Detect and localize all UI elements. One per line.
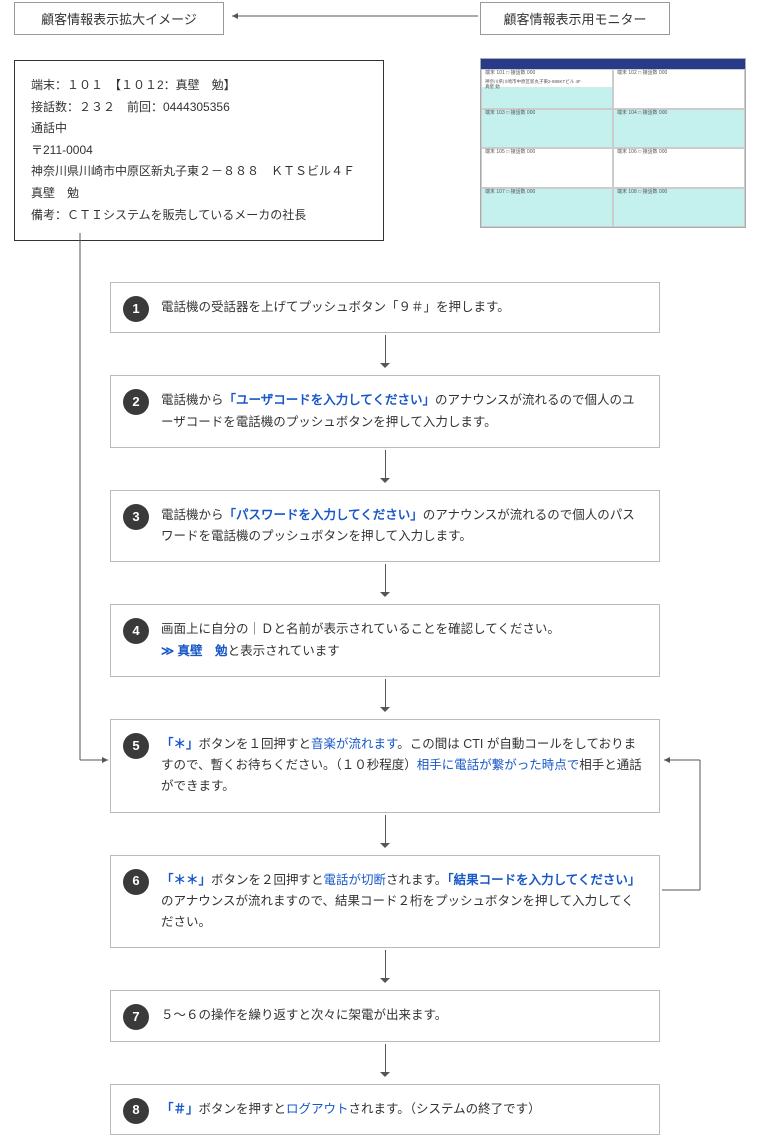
text-run: 「結果コードを入力してください」	[447, 873, 640, 887]
step-number-badge: 8	[123, 1098, 149, 1124]
monitor-cell-label: 端末 104 □ 接話数 000	[617, 111, 667, 117]
detail-line: 接話数：２３２ 前回：0444305356	[31, 97, 367, 119]
enlarged-image-label: 顧客情報表示拡大イメージ	[14, 2, 224, 35]
text-run: 電話が切断	[324, 873, 387, 887]
text-run: 「パスワードを入力してください」	[224, 508, 423, 522]
step-text: 電話機の受話器を上げてプッシュボタン「９＃」を押します。	[161, 297, 643, 318]
step-number-badge: 1	[123, 296, 149, 322]
monitor-titlebar	[481, 59, 745, 69]
step-text: 画面上に自分の｜Ｄと名前が表示されていることを確認してください。 ≫ 真壁 勉と表…	[161, 619, 643, 662]
step-number-badge: 4	[123, 618, 149, 644]
arrow-down-icon	[110, 562, 660, 604]
step-box-2: 2 電話機から「ユーザコードを入力してください」のアナウンスが流れるので個人のユー…	[110, 375, 660, 448]
text-run: 「＊＊」	[161, 873, 211, 887]
step-box-5: 5 「＊」ボタンを１回押すと音楽が流れます。この間は CTI が自動コールをしてお…	[110, 719, 660, 813]
monitor-label: 顧客情報表示用モニター	[480, 2, 670, 35]
monitor-preview: 端末 101 □ 接話数 000神奈川県川崎市中原区新丸子東2-888KTビル …	[480, 58, 746, 228]
step-number-badge: 7	[123, 1004, 149, 1030]
arrow-down-icon	[110, 1042, 660, 1084]
detail-line: 通話中	[31, 118, 367, 140]
arrow-down-icon	[110, 948, 660, 990]
steps-container: 1電話機の受話器を上げてプッシュボタン「９＃」を押します。2電話機から「ユーザコ…	[110, 282, 660, 1135]
arrow-down-icon	[110, 448, 660, 490]
step-text: 電話機から「ユーザコードを入力してください」のアナウンスが流れるので個人のユーザ…	[161, 390, 643, 433]
detail-line: 真壁 勉	[31, 183, 367, 205]
step-text: ５～６の操作を繰り返すと次々に架電が出来ます。	[161, 1005, 643, 1026]
text-run: 電話機から	[161, 508, 224, 522]
text-run: 相手に電話が繋がった時点で	[417, 758, 580, 772]
monitor-cell-label: 端末 105 □ 接話数 000	[485, 150, 535, 156]
monitor-cell: 端末 101 □ 接話数 000神奈川県川崎市中原区新丸子東2-888KTビル …	[481, 69, 613, 109]
text-run: 電話機から	[161, 393, 224, 407]
monitor-cell-label: 端末 102 □ 接話数 000	[617, 71, 667, 77]
step-text: 「＊＊」ボタンを２回押すと電話が切断されます。「結果コードを入力してください」の…	[161, 870, 643, 934]
monitor-cell: 端末 104 □ 接話数 000	[613, 109, 745, 149]
monitor-cell-label: 端末 103 □ 接話数 000	[485, 111, 535, 117]
text-run: ≫ 真壁 勉	[161, 644, 228, 658]
step-box-8: 8 「＃」ボタンを押すとログアウトされます。（システムの終了です）	[110, 1084, 660, 1135]
monitor-cell-label: 端末 106 □ 接話数 000	[617, 150, 667, 156]
text-run: ボタンを押すと	[199, 1102, 287, 1116]
monitor-cell: 端末 103 □ 接話数 000	[481, 109, 613, 149]
monitor-cell-label: 端末 107 □ 接話数 000	[485, 190, 535, 196]
text-run: されます。（システムの終了です）	[349, 1102, 541, 1116]
customer-detail-panel: 端末：１０１ 【１０１2：真壁 勉】 接話数：２３２ 前回：0444305356…	[14, 60, 384, 241]
text-run: されます。	[386, 873, 447, 887]
monitor-cell: 端末 102 □ 接話数 000	[613, 69, 745, 109]
step-box-3: 3 電話機から「パスワードを入力してください」のアナウンスが流れるので個人のパスワ…	[110, 490, 660, 563]
step-text: 「＃」ボタンを押すとログアウトされます。（システムの終了です）	[161, 1099, 643, 1120]
text-run: 画面上に自分の｜Ｄと名前が表示されていることを確認してください。	[161, 622, 560, 636]
step-box-1: 1 電話機の受話器を上げてプッシュボタン「９＃」を押します。	[110, 282, 660, 333]
text-run: と表示されています	[228, 644, 340, 658]
arrow-down-icon	[110, 813, 660, 855]
step-box-7: 7 ５～６の操作を繰り返すと次々に架電が出来ます。	[110, 990, 660, 1041]
text-run: ログアウト	[286, 1102, 349, 1116]
detail-line: 〒211-0004	[31, 140, 367, 162]
detail-line: 備考：ＣＴＩシステムを販売しているメーカの社長	[31, 205, 367, 227]
monitor-cell-label: 端末 108 □ 接話数 000	[617, 190, 667, 196]
text-run: 電話機の受話器を上げてプッシュボタン「９＃」を押します。	[161, 300, 510, 314]
detail-line: 端末：１０１ 【１０１2：真壁 勉】	[31, 75, 367, 97]
step-number-badge: 2	[123, 389, 149, 415]
text-run: ボタンを２回押すと	[211, 873, 324, 887]
step-text: 電話機から「パスワードを入力してください」のアナウンスが流れるので個人のパスワー…	[161, 505, 643, 548]
text-run: ５～６の操作を繰り返すと次々に架電が出来ます。	[161, 1008, 447, 1022]
step-number-badge: 6	[123, 869, 149, 895]
step-text: 「＊」ボタンを１回押すと音楽が流れます。この間は CTI が自動コールをしており…	[161, 734, 643, 798]
monitor-cell: 端末 106 □ 接話数 000	[613, 148, 745, 188]
detail-line: 神奈川県川崎市中原区新丸子東２－８８８ ＫＴＳビル４Ｆ	[31, 161, 367, 183]
text-run: 「＃」	[161, 1102, 199, 1116]
monitor-cell: 端末 105 □ 接話数 000	[481, 148, 613, 188]
text-run: 「ユーザコードを入力してください」	[224, 393, 436, 407]
step-number-badge: 3	[123, 504, 149, 530]
monitor-cell-label: 端末 101 □ 接話数 000	[485, 71, 535, 77]
text-run: のアナウンスが流れますので、結果コード２桁をプッシュボタンを押して入力してくださ…	[161, 894, 634, 929]
text-run: ボタンを１回押すと	[199, 737, 312, 751]
monitor-cell: 端末 107 □ 接話数 000	[481, 188, 613, 228]
arrow-down-icon	[110, 333, 660, 375]
step-number-badge: 5	[123, 733, 149, 759]
text-run: 音楽が流れます	[311, 737, 397, 751]
step-box-6: 6 「＊＊」ボタンを２回押すと電話が切断されます。「結果コードを入力してください」…	[110, 855, 660, 949]
step-box-4: 4 画面上に自分の｜Ｄと名前が表示されていることを確認してください。 ≫ 真壁 勉と…	[110, 604, 660, 677]
arrow-down-icon	[110, 677, 660, 719]
monitor-cell: 端末 108 □ 接話数 000	[613, 188, 745, 228]
text-run: 「＊」	[161, 737, 199, 751]
